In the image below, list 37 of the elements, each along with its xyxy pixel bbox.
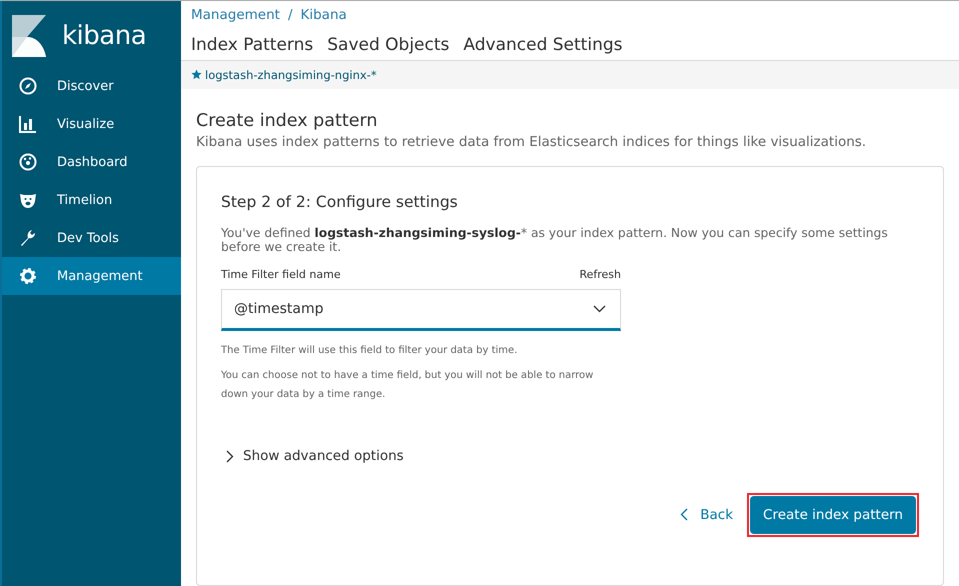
nav-item[interactable]: Visualize — [2, 105, 181, 143]
nav-item[interactable]: Dashboard — [2, 143, 181, 181]
logo-icon — [12, 15, 46, 57]
refresh-link[interactable]: Refresh — [579, 268, 621, 281]
nav-tab[interactable]: Index Patterns — [191, 35, 314, 55]
back-button[interactable]: Back — [680, 506, 734, 522]
nav-item[interactable]: Dev Tools — [2, 219, 181, 257]
breadcrumb-link[interactable]: Kibana — [300, 7, 347, 23]
time-field-select[interactable]: @timestamp — [221, 289, 621, 331]
help-text: The Time Filter will use this field to filter your data by time. — [221, 344, 518, 358]
bear-icon — [19, 191, 37, 209]
step-title: Step 2 of 2: Configure settings — [221, 193, 459, 211]
create-button[interactable]: Create index pattern — [750, 496, 916, 534]
field-label: Time Filter field name — [221, 268, 341, 281]
nav-tab[interactable]: Saved Objects — [327, 35, 450, 55]
page-title: Create index pattern — [196, 111, 378, 131]
step-description: You've defined logstash-zhangsiming-syslog-* as your index pattern. Now you can specify some settings before we create it. — [221, 226, 889, 254]
nav-item[interactable]: Management — [2, 257, 181, 295]
nav-item[interactable]: Timelion — [2, 181, 181, 219]
help-text: You can choose not to have a time field, but you will not be able to narrow down your data by a time range. — [221, 369, 594, 402]
nav-tab[interactable]: Advanced Settings — [463, 35, 622, 55]
nav-item[interactable]: Discover — [2, 67, 181, 105]
compass-icon — [19, 77, 37, 95]
advanced-options-toggle[interactable]: Show advanced options — [226, 448, 404, 464]
bar-chart-icon — [19, 115, 37, 133]
settings-icon — [19, 267, 37, 285]
chevron-left-icon — [680, 508, 688, 521]
breadcrumb-link[interactable]: Management — [191, 7, 280, 23]
chevron-right-icon — [226, 450, 234, 462]
wrench-icon — [19, 229, 37, 247]
page-subtitle: Kibana uses index patterns to retrieve data from Elasticsearch indices for things like visualizations. — [196, 134, 868, 150]
breadcrumb-separator: / — [288, 7, 292, 23]
chevron-down-icon — [593, 305, 606, 313]
gauge-icon — [19, 153, 37, 171]
index-pattern-link[interactable]: logstash-zhangsiming-nginx-* — [191, 68, 377, 82]
star-icon — [191, 69, 202, 80]
logo-text: kibana — [62, 21, 146, 51]
